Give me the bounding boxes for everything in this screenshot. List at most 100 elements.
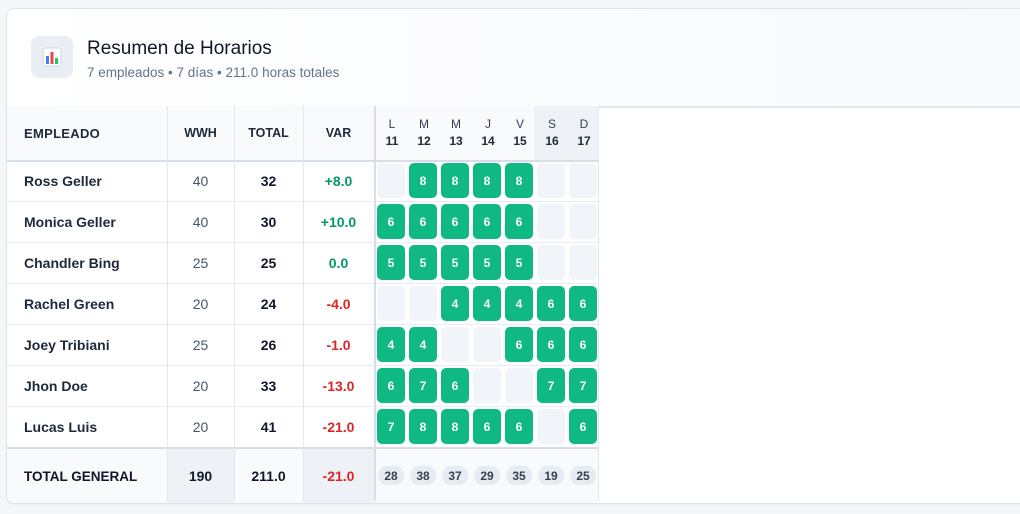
empty-shift-cell[interactable] bbox=[569, 245, 597, 280]
empty-shift-cell[interactable] bbox=[569, 204, 597, 239]
shift-cell[interactable]: 6 bbox=[537, 327, 565, 362]
shift-cell[interactable]: 6 bbox=[473, 204, 501, 239]
empty-shift-cell[interactable] bbox=[569, 163, 597, 198]
shift-cell[interactable]: 6 bbox=[569, 327, 597, 362]
employee-total: 33 bbox=[260, 377, 277, 394]
empty-shift-cell[interactable] bbox=[505, 368, 533, 403]
employee-total: 30 bbox=[260, 213, 277, 230]
col-header-employee[interactable]: EMPLEADO bbox=[24, 106, 100, 160]
shift-cell[interactable]: 4 bbox=[505, 286, 533, 321]
shift-cell[interactable]: 8 bbox=[441, 409, 469, 444]
day-number: 13 bbox=[449, 134, 463, 148]
day-header[interactable]: V 15 bbox=[504, 116, 536, 150]
shift-cell[interactable]: 8 bbox=[409, 163, 437, 198]
day-header[interactable]: S 16 bbox=[536, 116, 568, 150]
employee-total: 24 bbox=[260, 295, 277, 312]
employee-total: 41 bbox=[260, 418, 277, 435]
shift-cell[interactable]: 6 bbox=[505, 327, 533, 362]
day-number: 11 bbox=[385, 134, 399, 148]
page-subtitle: 7 empleados • 7 días • 211.0 horas total… bbox=[87, 65, 340, 80]
day-header[interactable]: D 17 bbox=[568, 116, 600, 150]
shift-cell[interactable]: 6 bbox=[505, 204, 533, 239]
day-total-badge: 37 bbox=[442, 466, 468, 485]
empty-shift-cell[interactable] bbox=[473, 327, 501, 362]
schedule-summary-card: Resumen de Horarios 7 empleados • 7 días… bbox=[6, 8, 1020, 504]
page-title: Resumen de Horarios bbox=[87, 38, 272, 59]
day-total-badge: 25 bbox=[570, 466, 596, 485]
shift-cell[interactable]: 5 bbox=[377, 245, 405, 280]
employee-total: 26 bbox=[260, 336, 277, 353]
column-divider bbox=[303, 106, 304, 501]
shift-cell[interactable]: 8 bbox=[441, 163, 469, 198]
shift-cell[interactable]: 4 bbox=[409, 327, 437, 362]
day-header[interactable]: J 14 bbox=[472, 116, 504, 150]
day-header[interactable]: M 13 bbox=[440, 116, 472, 150]
employee-wwh: 40 bbox=[192, 172, 209, 189]
employee-variance: -4.0 bbox=[326, 295, 351, 312]
empty-shift-cell[interactable] bbox=[409, 286, 437, 321]
day-letter: L bbox=[388, 117, 396, 131]
day-number: 16 bbox=[545, 134, 559, 148]
col-header-var[interactable]: VAR bbox=[303, 106, 374, 160]
shift-cell[interactable]: 4 bbox=[441, 286, 469, 321]
shift-cell[interactable]: 6 bbox=[441, 368, 469, 403]
column-divider bbox=[167, 106, 168, 501]
empty-shift-cell[interactable] bbox=[537, 204, 565, 239]
shift-cell[interactable]: 6 bbox=[441, 204, 469, 239]
day-letter: S bbox=[547, 117, 556, 131]
employee-variance: -13.0 bbox=[322, 377, 355, 394]
shift-cell[interactable]: 6 bbox=[377, 368, 405, 403]
bar-chart-icon bbox=[31, 36, 73, 78]
shift-cell[interactable]: 7 bbox=[409, 368, 437, 403]
schedule-table: EMPLEADO WWH TOTAL VAR L 11 M 12 M 13 J 14 V 15 S 1… bbox=[7, 106, 600, 503]
day-total-badge: 38 bbox=[410, 466, 436, 485]
total-variance: -21.0 bbox=[303, 449, 374, 503]
shift-cell[interactable]: 7 bbox=[569, 368, 597, 403]
shift-cell[interactable]: 8 bbox=[505, 163, 533, 198]
empty-shift-cell[interactable] bbox=[473, 368, 501, 403]
shift-cell[interactable]: 6 bbox=[537, 286, 565, 321]
shift-cell[interactable]: 6 bbox=[569, 286, 597, 321]
empty-shift-cell[interactable] bbox=[377, 286, 405, 321]
shift-cell[interactable]: 6 bbox=[473, 409, 501, 444]
day-total-badge: 19 bbox=[538, 466, 564, 485]
empty-shift-cell[interactable] bbox=[537, 409, 565, 444]
total-hours: 211.0 bbox=[251, 468, 286, 484]
employee-wwh: 20 bbox=[192, 295, 209, 312]
shift-cell[interactable]: 7 bbox=[377, 409, 405, 444]
shift-cell[interactable]: 5 bbox=[409, 245, 437, 280]
shift-cell[interactable]: 4 bbox=[377, 327, 405, 362]
empty-shift-cell[interactable] bbox=[441, 327, 469, 362]
empty-shift-cell[interactable] bbox=[537, 245, 565, 280]
empty-shift-cell[interactable] bbox=[537, 163, 565, 198]
employee-name: Joey Tribiani bbox=[24, 336, 110, 353]
shift-cell[interactable]: 6 bbox=[505, 409, 533, 444]
shift-cell[interactable]: 5 bbox=[441, 245, 469, 280]
shift-cell[interactable]: 7 bbox=[537, 368, 565, 403]
employee-name: Rachel Green bbox=[24, 295, 115, 312]
employee-name: Chandler Bing bbox=[24, 254, 120, 271]
shift-cell[interactable]: 6 bbox=[377, 204, 405, 239]
employee-wwh: 20 bbox=[192, 418, 209, 435]
shift-cell[interactable]: 6 bbox=[569, 409, 597, 444]
employee-name: Monica Geller bbox=[24, 213, 116, 230]
employee-name: Ross Geller bbox=[24, 172, 102, 189]
employee-variance: -1.0 bbox=[326, 336, 351, 353]
shift-cell[interactable]: 8 bbox=[473, 163, 501, 198]
day-letter: D bbox=[579, 117, 589, 131]
col-header-total[interactable]: TOTAL bbox=[234, 106, 303, 160]
shift-cell[interactable]: 4 bbox=[473, 286, 501, 321]
day-number: 12 bbox=[417, 134, 431, 148]
shift-cell[interactable]: 6 bbox=[409, 204, 437, 239]
day-header[interactable]: L 11 bbox=[376, 116, 408, 150]
employee-wwh: 20 bbox=[192, 377, 209, 394]
day-total-badge: 29 bbox=[474, 466, 500, 485]
col-header-wwh[interactable]: WWH bbox=[167, 106, 234, 160]
day-header[interactable]: M 12 bbox=[408, 116, 440, 150]
shift-cell[interactable]: 5 bbox=[505, 245, 533, 280]
table-right-border bbox=[598, 106, 599, 501]
empty-shift-cell[interactable] bbox=[377, 163, 405, 198]
shift-cell[interactable]: 8 bbox=[409, 409, 437, 444]
days-divider bbox=[374, 106, 376, 501]
shift-cell[interactable]: 5 bbox=[473, 245, 501, 280]
